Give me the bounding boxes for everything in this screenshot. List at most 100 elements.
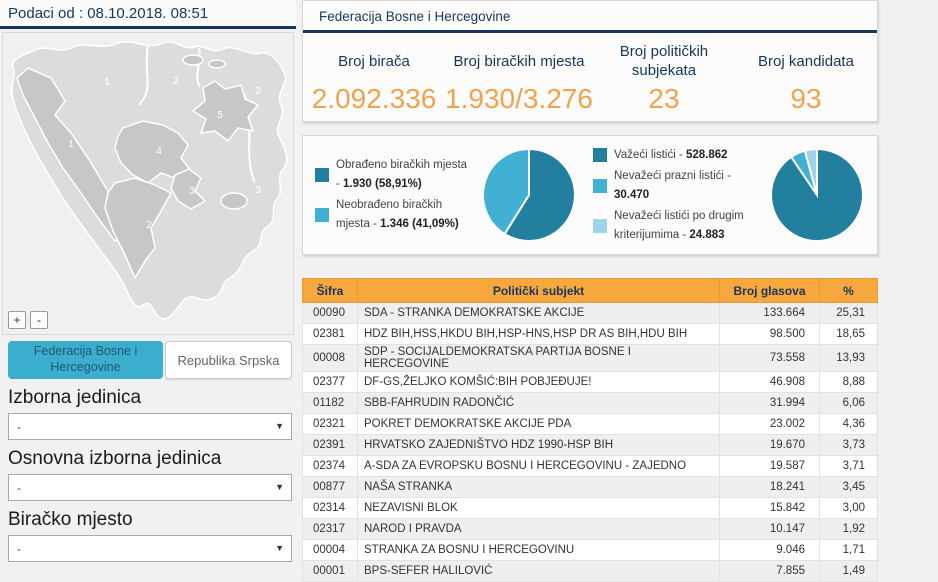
stat: Broj biračkih mjesta1.930/3.276 xyxy=(445,43,593,115)
legend-item: Obrađeno biračkih mjesta - 1.930 (58,91%… xyxy=(315,156,473,194)
cell-broj-glasova: 9.046 xyxy=(720,540,820,561)
cell-sifra: 02391 xyxy=(303,435,358,456)
cell-pct: 25,31 xyxy=(820,303,878,324)
cell-pct: 18,65 xyxy=(820,324,878,345)
column-header-broj-glasova[interactable]: Broj glasova xyxy=(720,279,820,303)
data-updated-label: Podaci od : 08.10.2018. 08:51 xyxy=(0,0,296,29)
stat: Broj političkih subjekata23 xyxy=(593,43,735,115)
izborna-jedinica-select[interactable]: - xyxy=(9,414,291,439)
pie-legend-listici: Važeći listići - 528.862Nevažeći prazni … xyxy=(593,144,761,247)
stat-label: Broj političkih subjekata xyxy=(593,43,735,81)
table-row[interactable]: 02321POKRET DEMOKRATSKE AKCIJE PDA23.002… xyxy=(303,414,878,435)
cell-politicki-subjekt: NAŠA STRANKA xyxy=(358,477,720,498)
map-region-number: 1 xyxy=(104,77,110,88)
legend-swatch xyxy=(593,148,607,162)
legend-label: Obrađeno biračkih mjesta - 1.930 (58,91%… xyxy=(336,156,473,194)
pie-chart-biracka-mjesta xyxy=(479,145,579,245)
cell-pct: 6,06 xyxy=(820,393,878,414)
cell-politicki-subjekt: A-SDA ZA EVROPSKU BOSNU I HERCEGOVINU - … xyxy=(358,456,720,477)
cell-pct: 8,88 xyxy=(820,372,878,393)
map-region-number: 3 xyxy=(189,186,195,197)
legend-item: Važeći listići - 528.862 xyxy=(593,146,761,165)
cell-politicki-subjekt: NAROD I PRAVDA xyxy=(358,519,720,540)
table-row[interactable]: 02377DF-GS,ŽELJKO KOMŠIĆ:BIH POBJEĐUJE!4… xyxy=(303,372,878,393)
table-row[interactable]: 00001BPS-SEFER HALILOVIĆ7.8551,49 xyxy=(303,561,878,582)
cell-sifra: 00008 xyxy=(303,345,358,372)
cell-pct: 13,93 xyxy=(820,345,878,372)
biracko-mjesto-select[interactable]: - xyxy=(9,536,291,561)
cell-sifra: 00090 xyxy=(303,303,358,324)
tab-federacija-bih[interactable]: Federacija Bosne i Hercegovine xyxy=(8,341,163,379)
cell-pct: 3,71 xyxy=(820,456,878,477)
column-header-politicki-subjekt[interactable]: Politički subjekt xyxy=(358,279,720,303)
map-region-number: 2 xyxy=(146,220,152,231)
results-table-header: Šifra Politički subjekt Broj glasova % xyxy=(303,279,878,303)
stats-row: Broj birača2.092.336Broj biračkih mjesta… xyxy=(303,33,877,115)
table-row[interactable]: 02314NEZAVISNI BLOK15.8423,00 xyxy=(303,498,878,519)
cell-politicki-subjekt: SDP - SOCIJALDEMOKRATSKA PARTIJA BOSNE I… xyxy=(358,345,720,372)
table-row[interactable]: 00877NAŠA STRANKA18.2413,45 xyxy=(303,477,878,498)
pie-chart-listici xyxy=(767,145,867,245)
map-zoom-out-button[interactable]: - xyxy=(30,311,48,329)
table-row[interactable]: 02381HDZ BIH,HSS,HKDU BIH,HSP-HNS,HSP DR… xyxy=(303,324,878,345)
table-row[interactable]: 00090SDA - STRANKA DEMOKRATSKE AKCIJE133… xyxy=(303,303,878,324)
cell-broj-glasova: 15.842 xyxy=(720,498,820,519)
map-zoom-in-button[interactable]: + xyxy=(8,311,26,329)
table-row[interactable]: 00004STRANKA ZA BOSNU I HERCEGOVINU9.046… xyxy=(303,540,878,561)
stat-label: Broj kandidata xyxy=(735,43,877,81)
cell-pct: 1,92 xyxy=(820,519,878,540)
cell-politicki-subjekt: POKRET DEMOKRATSKE AKCIJE PDA xyxy=(358,414,720,435)
cell-sifra: 02381 xyxy=(303,324,358,345)
cell-politicki-subjekt: DF-GS,ŽELJKO KOMŠIĆ:BIH POBJEĐUJE! xyxy=(358,372,720,393)
map-region[interactable] xyxy=(221,193,247,209)
cell-sifra: 00001 xyxy=(303,561,358,582)
results-table-body: 00090SDA - STRANKA DEMOKRATSKE AKCIJE133… xyxy=(303,303,878,582)
cell-pct: 4,36 xyxy=(820,414,878,435)
results-table-box: Šifra Politički subjekt Broj glasova % 0… xyxy=(302,278,878,582)
stat-value: 1.930/3.276 xyxy=(445,83,593,115)
cell-broj-glasova: 10.147 xyxy=(720,519,820,540)
cell-politicki-subjekt: HDZ BIH,HSS,HKDU BIH,HSP-HNS,HSP DR AS B… xyxy=(358,324,720,345)
pie-legend-biracka-mjesta: Obrađeno biračkih mjesta - 1.930 (58,91%… xyxy=(315,154,473,236)
filter-section: Izborna jedinica - ▼ Osnovna izborna jed… xyxy=(8,382,292,570)
panel-title: Federacija Bosne i Hercegovine xyxy=(303,1,877,33)
column-header-pct[interactable]: % xyxy=(820,279,878,303)
osnovna-izborna-jedinica-select[interactable]: - xyxy=(9,475,291,500)
cell-politicki-subjekt: SDA - STRANKA DEMOKRATSKE AKCIJE xyxy=(358,303,720,324)
cell-broj-glasova: 18.241 xyxy=(720,477,820,498)
pie-charts-box: Obrađeno biračkih mjesta - 1.930 (58,91%… xyxy=(302,135,878,255)
tab-republika-srpska[interactable]: Republika Srpska xyxy=(165,341,292,379)
table-row[interactable]: 02374A-SDA ZA EVROPSKU BOSNU I HERCEGOVI… xyxy=(303,456,878,477)
stat-label: Broj biračkih mjesta xyxy=(445,43,593,81)
cell-sifra: 02317 xyxy=(303,519,358,540)
legend-swatch xyxy=(593,219,607,233)
cell-broj-glasova: 19.670 xyxy=(720,435,820,456)
entity-tabs: Federacija Bosne i Hercegovine Republika… xyxy=(8,341,292,379)
biracko-mjesto-select-wrap: - ▼ xyxy=(8,535,292,562)
table-row[interactable]: 02391HRVATSKO ZAJEDNIŠTVO HDZ 1990-HSP B… xyxy=(303,435,878,456)
cell-broj-glasova: 73.558 xyxy=(720,345,820,372)
legend-label: Neobrađeno biračkih mjesta - 1.346 (41,0… xyxy=(336,196,473,234)
cell-broj-glasova: 19.587 xyxy=(720,456,820,477)
cell-sifra: 02314 xyxy=(303,498,358,519)
filter-label-biracko-mjesto: Biračko mjesto xyxy=(8,509,292,531)
map-region[interactable] xyxy=(209,60,225,68)
cell-sifra: 01182 xyxy=(303,393,358,414)
cell-sifra: 00004 xyxy=(303,540,358,561)
table-row[interactable]: 01182SBB-FAHRUDIN RADONČIĆ31.9946,06 xyxy=(303,393,878,414)
table-row[interactable]: 02317NAROD I PRAVDA10.1471,92 xyxy=(303,519,878,540)
stat-label: Broj birača xyxy=(303,43,445,81)
legend-swatch xyxy=(315,168,329,182)
legend-swatch xyxy=(315,208,329,222)
map-region-number: 3 xyxy=(255,185,261,196)
column-header-sifra[interactable]: Šifra xyxy=(303,279,358,303)
cell-pct: 3,00 xyxy=(820,498,878,519)
map-region[interactable] xyxy=(183,55,203,65)
table-row[interactable]: 00008SDP - SOCIJALDEMOKRATSKA PARTIJA BO… xyxy=(303,345,878,372)
cell-pct: 3,45 xyxy=(820,477,878,498)
cell-sifra: 02377 xyxy=(303,372,358,393)
bosnia-map[interactable]: 122541332 xyxy=(3,33,293,333)
cell-broj-glasova: 98.500 xyxy=(720,324,820,345)
legend-item: Nevažeći listići po drugim kriterijumima… xyxy=(593,207,761,245)
left-panel: Podaci od : 08.10.2018. 08:51 122541332 … xyxy=(0,0,296,581)
